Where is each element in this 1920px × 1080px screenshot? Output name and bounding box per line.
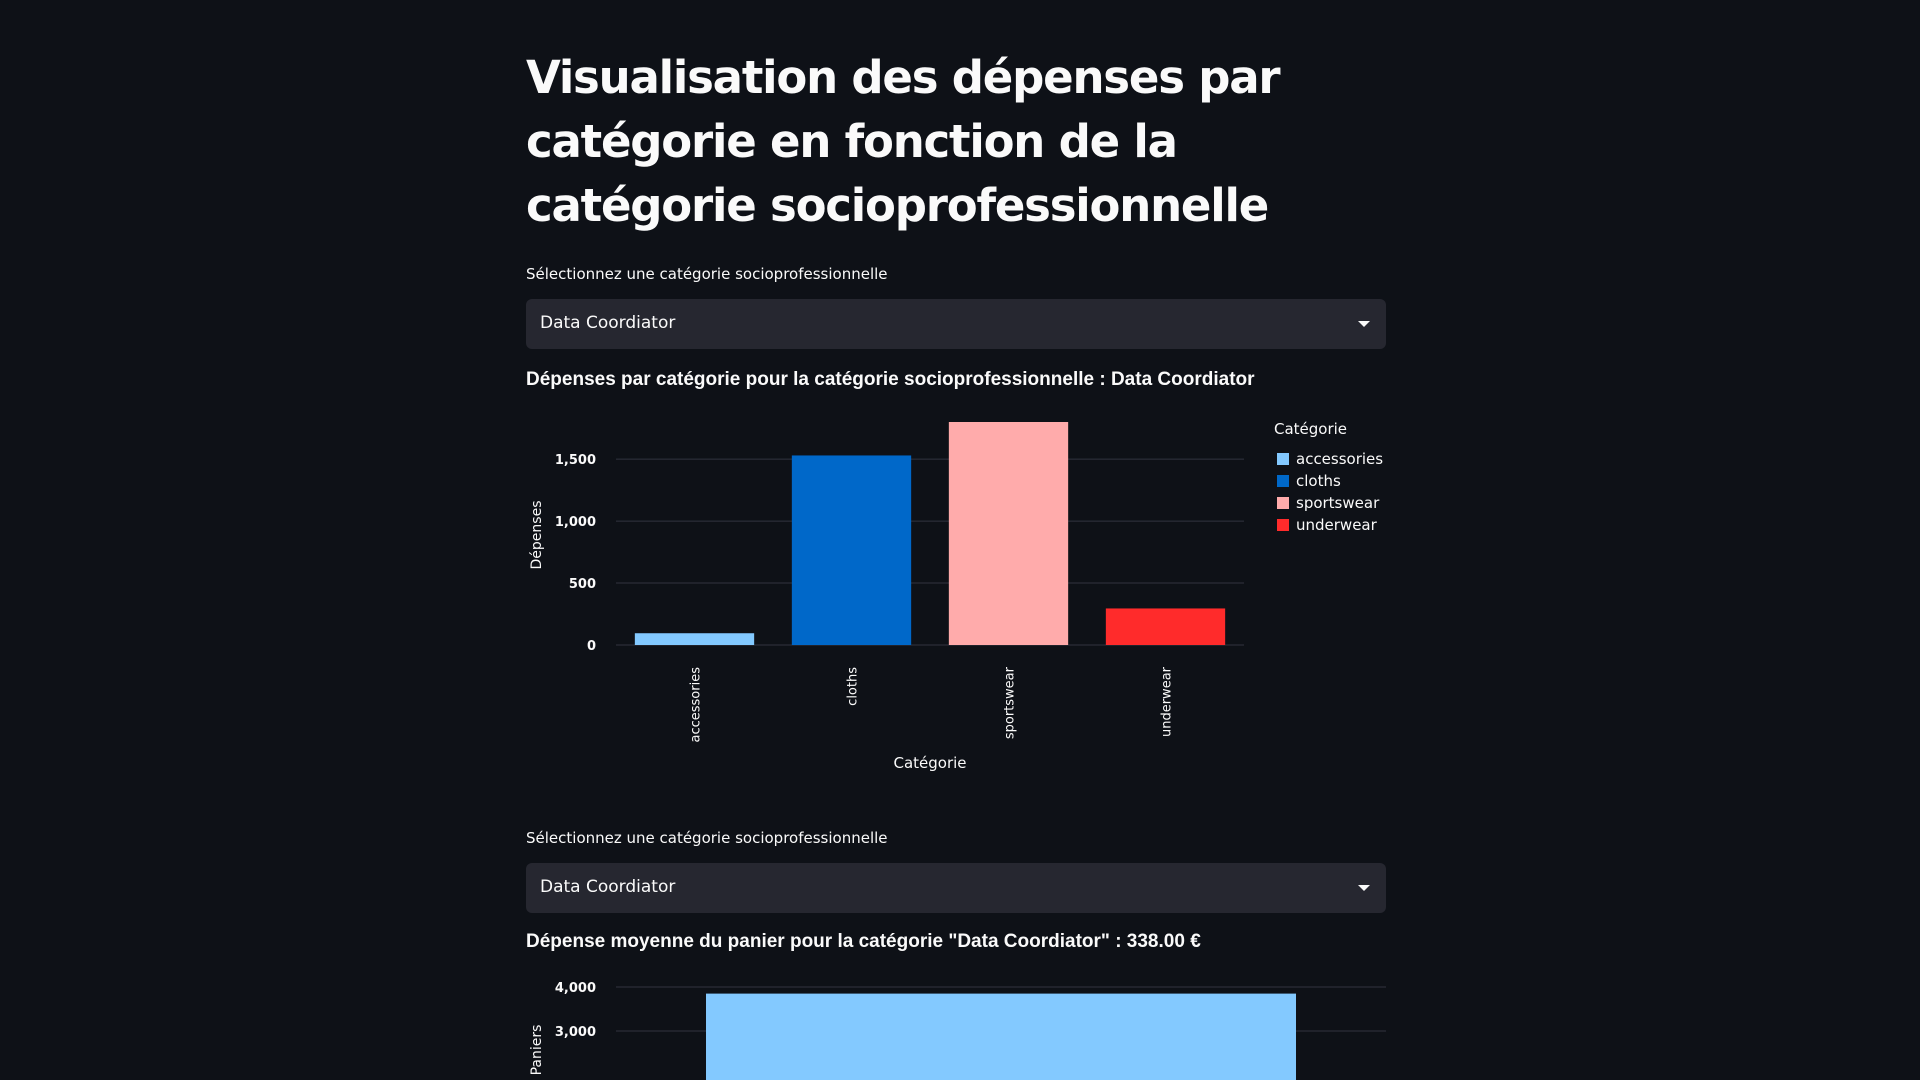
chevron-down-icon	[1358, 885, 1370, 891]
legend-item-underwear: underwear	[1296, 516, 1378, 534]
legend-swatch-cloths	[1277, 475, 1289, 487]
socio-category-select[interactable]: Data Coordiator	[526, 299, 1386, 349]
select-label: Sélectionnez une catégorie socioprofessi…	[526, 829, 888, 847]
x-tick-label: cloths	[846, 667, 861, 706]
bar-basket	[706, 993, 1296, 1080]
y-tick-label: 0	[587, 639, 596, 654]
chart-title: Dépenses par catégorie pour la catégorie…	[526, 369, 1255, 390]
legend-swatch-underwear	[1277, 519, 1289, 531]
basket-bar-chart: 3,000 4,000 Paniers	[529, 981, 1386, 1080]
legend-item-cloths: cloths	[1296, 472, 1341, 490]
socio-category-select[interactable]: Data Coordiator	[526, 863, 1386, 913]
main-content: Visualisation des dépenses par catégorie…	[526, 0, 1386, 1080]
legend: Catégorie accessories cloths sportswear unde…	[1274, 420, 1383, 534]
legend-swatch-sportswear	[1277, 497, 1289, 509]
y-tick-label: 3,000	[555, 1025, 596, 1040]
page-title: Visualisation des dépenses par catégorie…	[526, 51, 1281, 232]
y-tick-label: 500	[569, 577, 596, 592]
y-tick-label: 1,000	[555, 515, 596, 530]
spending-bar-chart: 0 500 1,000 1,500 Dépenses accessories cloths s…	[529, 420, 1383, 772]
chart-title: Dépense moyenne du panier pour la catégo…	[526, 931, 1201, 952]
legend-item-accessories: accessories	[1296, 450, 1383, 468]
legend-swatch-accessories	[1277, 453, 1289, 465]
bar-accessories	[634, 633, 755, 645]
legend-title: Catégorie	[1274, 420, 1347, 438]
y-axis-label: Paniers	[529, 1025, 545, 1076]
bar-underwear	[1105, 608, 1226, 645]
x-tick-label: accessories	[689, 667, 704, 743]
select-value: Data Coordiator	[540, 877, 676, 897]
y-tick-label: 4,000	[555, 981, 596, 996]
bar-sportswear	[948, 422, 1069, 645]
x-tick-label: underwear	[1160, 666, 1175, 737]
bar-cloths	[791, 455, 912, 645]
select-label: Sélectionnez une catégorie socioprofessi…	[526, 265, 888, 283]
x-tick-label: sportswear	[1003, 666, 1018, 739]
select-value: Data Coordiator	[540, 313, 676, 333]
chevron-down-icon	[1358, 321, 1370, 327]
y-tick-label: 1,500	[555, 453, 596, 468]
legend-item-sportswear: sportswear	[1296, 494, 1380, 512]
x-axis-label: Catégorie	[893, 754, 966, 772]
y-axis-label: Dépenses	[529, 501, 545, 570]
